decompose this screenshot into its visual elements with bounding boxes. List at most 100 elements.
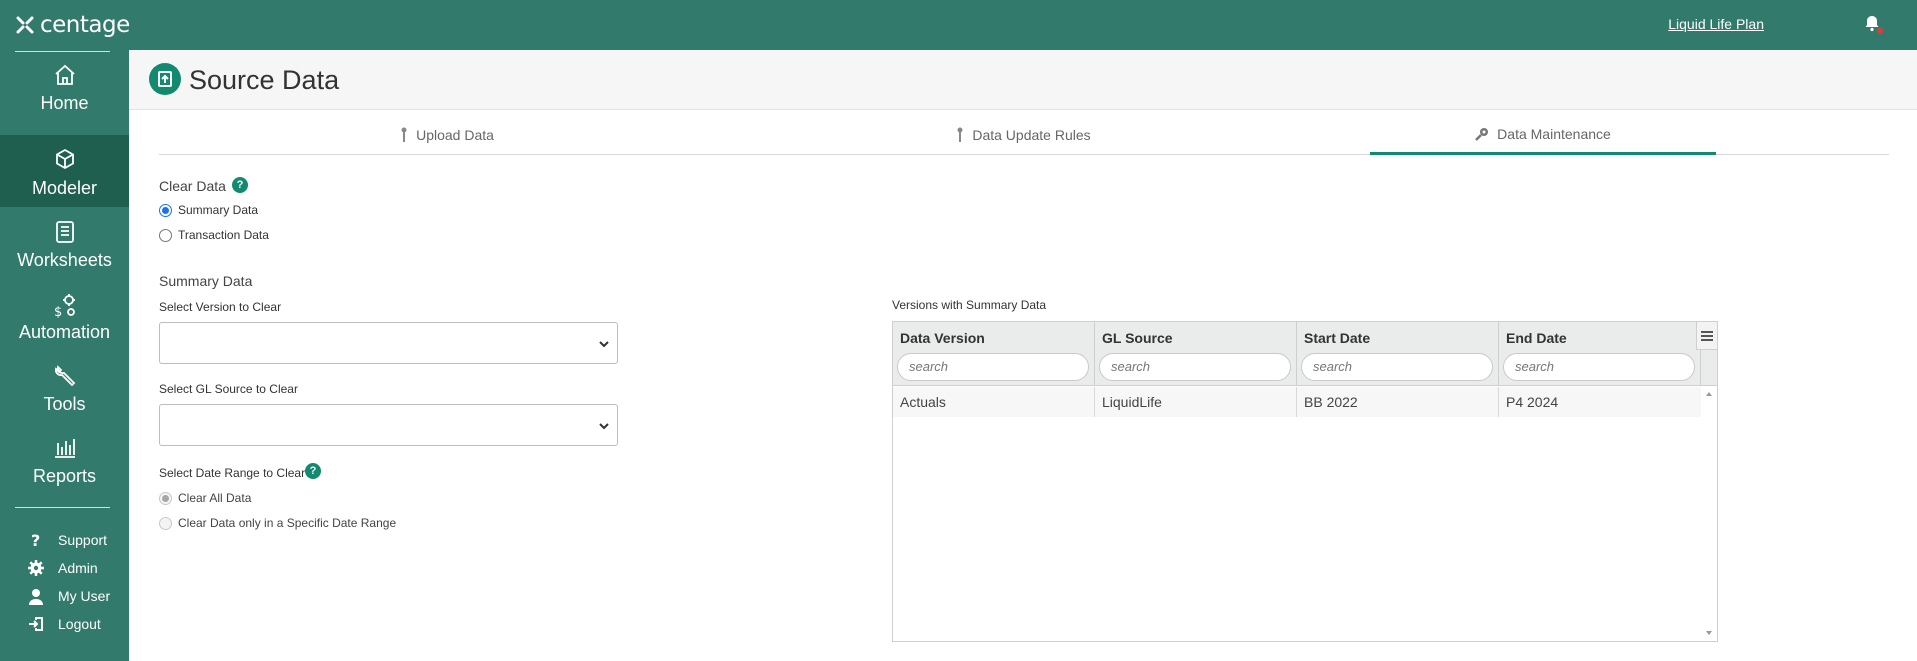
- search-input[interactable]: search: [1301, 353, 1493, 381]
- grid-caption: Versions with Summary Data: [892, 298, 1047, 312]
- centage-logo-icon: [16, 16, 34, 34]
- worksheets-icon: [0, 219, 129, 247]
- sidebar-item-label: Logout: [58, 616, 101, 632]
- help-icon[interactable]: ?: [232, 177, 248, 193]
- tab-upload-data[interactable]: Upload Data: [159, 115, 735, 155]
- modeler-icon: [0, 147, 129, 175]
- sidebar-item-automation[interactable]: $ Automation: [0, 279, 129, 351]
- grid-header: Data Version search GL Source search Sta…: [893, 322, 1717, 386]
- user-icon: [26, 586, 46, 606]
- radio-indicator: [159, 516, 172, 530]
- table-cell: BB 2022: [1297, 387, 1499, 417]
- table-cell: P4 2024: [1506, 394, 1559, 410]
- tab-bar: Upload Data Data Update Rules Data Maint…: [159, 115, 1889, 155]
- sidebar-item-worksheets[interactable]: Worksheets: [0, 207, 129, 279]
- column-title: Start Date: [1304, 330, 1371, 346]
- tab-label: Data Maintenance: [1497, 125, 1611, 142]
- column-header-gl-source[interactable]: GL Source search: [1095, 322, 1297, 385]
- column-header-data-version[interactable]: Data Version search: [893, 322, 1095, 385]
- sidebar-item-home[interactable]: Home: [0, 50, 129, 122]
- versions-grid: Data Version search GL Source search Sta…: [892, 321, 1718, 642]
- search-input[interactable]: search: [1099, 353, 1291, 381]
- table-cell: Actuals: [893, 387, 1095, 417]
- sidebar-item-label: Worksheets: [17, 250, 112, 270]
- column-title: GL Source: [1102, 330, 1173, 346]
- gl-source-select[interactable]: [159, 404, 618, 446]
- sidebar-item-label: Home: [40, 93, 89, 113]
- summary-data-title: Summary Data: [159, 273, 253, 289]
- home-icon: [0, 62, 129, 90]
- sidebar-item-label: Support: [58, 532, 108, 548]
- reports-icon: [0, 435, 129, 463]
- question-icon: ?: [26, 530, 46, 550]
- radio-indicator: [159, 491, 172, 505]
- table-row[interactable]: Actuals LiquidLife BB 2022 P4 2024: [893, 387, 1701, 417]
- summary-data-radio[interactable]: Summary Data: [159, 203, 258, 217]
- column-header-start-date[interactable]: Start Date search: [1297, 322, 1499, 385]
- logo-text: centage: [40, 12, 130, 38]
- plan-link[interactable]: Liquid Life Plan: [1668, 16, 1764, 32]
- column-header-end-date[interactable]: End Date search: [1499, 322, 1701, 385]
- page-header: Source Data: [129, 50, 1917, 110]
- column-menu-button[interactable]: [1696, 322, 1717, 350]
- radio-indicator: [159, 203, 172, 217]
- sidebar-item-support[interactable]: ? Support: [26, 529, 107, 551]
- sidebar-item-logout[interactable]: Logout: [26, 613, 101, 635]
- sidebar-item-label: Automation: [18, 322, 111, 342]
- logout-icon: [26, 614, 46, 634]
- sidebar-item-my-user[interactable]: My User: [26, 585, 110, 607]
- search-input[interactable]: search: [1503, 353, 1695, 381]
- gear-icon: [26, 558, 46, 578]
- radio-label: Clear Data only in a Specific Date Range: [178, 516, 397, 530]
- scroll-up-icon[interactable]: [1706, 392, 1712, 396]
- tools-icon: [0, 363, 129, 391]
- sidebar-item-modeler[interactable]: Modeler: [0, 135, 129, 207]
- sidebar-item-reports[interactable]: Reports: [0, 423, 129, 495]
- sidebar: Home Modeler Worksheets $ Automation Too…: [0, 50, 129, 661]
- sidebar-item-admin[interactable]: Admin: [26, 557, 98, 579]
- sidebar-divider: [15, 507, 110, 508]
- pin-icon: [400, 127, 408, 143]
- pin-icon: [956, 127, 964, 143]
- sidebar-item-label: My User: [58, 588, 111, 604]
- version-select-label: Select Version to Clear: [159, 300, 282, 314]
- automation-icon: $: [0, 291, 129, 319]
- sidebar-item-tools[interactable]: Tools: [0, 351, 129, 423]
- column-title: Data Version: [900, 330, 985, 346]
- radio-indicator: [159, 228, 172, 242]
- top-bar: centage Liquid Life Plan: [0, 0, 1917, 50]
- sidebar-item-label: Modeler: [31, 178, 98, 198]
- tab-label: Data Update Rules: [972, 127, 1091, 143]
- svg-text:?: ?: [31, 532, 40, 548]
- notification-badge: [1877, 28, 1883, 34]
- sidebar-item-label: Tools: [43, 394, 86, 414]
- chevron-down-icon: [599, 419, 609, 437]
- transaction-data-radio[interactable]: Transaction Data: [159, 228, 269, 242]
- chevron-down-icon: [599, 337, 609, 355]
- clear-all-data-radio[interactable]: Clear All Data: [159, 491, 251, 505]
- tab-data-update-rules[interactable]: Data Update Rules: [735, 115, 1312, 155]
- help-icon[interactable]: ?: [305, 463, 321, 479]
- sidebar-item-label: Reports: [32, 466, 97, 486]
- column-title: End Date: [1506, 330, 1567, 346]
- wrench-icon: [1475, 127, 1489, 141]
- radio-label: Transaction Data: [178, 228, 269, 242]
- sidebar-item-label: Admin: [58, 560, 98, 576]
- radio-label: Summary Data: [178, 203, 259, 217]
- centage-logo[interactable]: centage: [14, 12, 130, 38]
- radio-label: Clear All Data: [178, 491, 252, 505]
- page-title: Source Data: [189, 65, 340, 95]
- scroll-down-icon[interactable]: [1706, 631, 1712, 635]
- tab-data-maintenance[interactable]: Data Maintenance: [1370, 115, 1716, 155]
- svg-text:$: $: [54, 305, 62, 319]
- vertical-scrollbar[interactable]: [1701, 386, 1717, 641]
- table-cell: LiquidLife: [1095, 387, 1297, 417]
- version-select[interactable]: [159, 322, 618, 364]
- clear-date-range-radio[interactable]: Clear Data only in a Specific Date Range: [159, 516, 396, 530]
- search-input[interactable]: search: [897, 353, 1089, 381]
- clear-data-title: Clear Data: [159, 178, 226, 194]
- date-range-label: Select Date Range to Clear: [159, 466, 306, 480]
- menu-icon: [1701, 330, 1713, 341]
- notifications-button[interactable]: [1863, 14, 1883, 34]
- gl-source-select-label: Select GL Source to Clear: [159, 382, 298, 396]
